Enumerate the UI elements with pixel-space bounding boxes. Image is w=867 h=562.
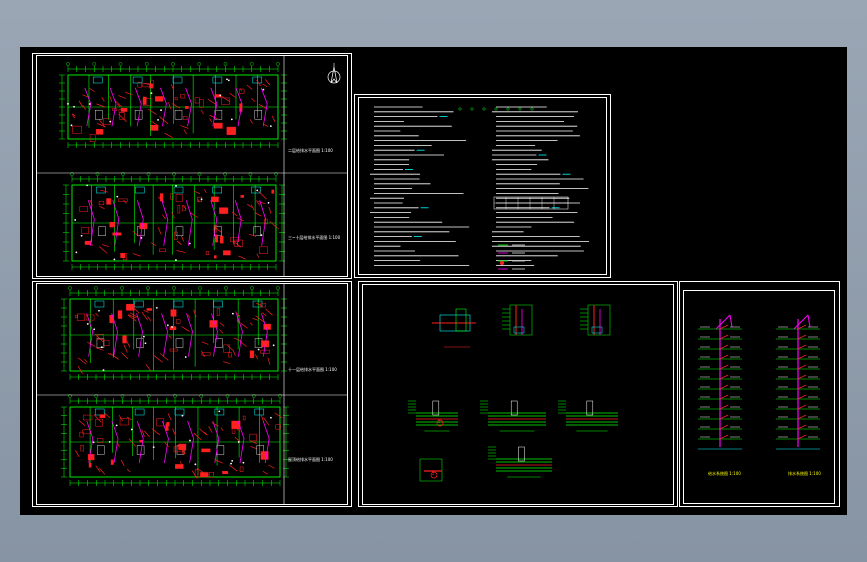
plan-title-roof: 屋顶给排水平面图 1:100 <box>288 457 333 462</box>
north-arrow-icon <box>327 61 341 89</box>
plan-title-11f: 十一层给排水平面图 1:100 <box>288 367 337 372</box>
drawing-layer <box>36 55 820 505</box>
detail-label-2: 2 <box>432 471 435 476</box>
cad-model-space[interactable]: 二层给排水平面图 1:100 三~十层给排水平面图 1:100 十一层给排水平面… <box>20 47 847 515</box>
plan-title-3-10f: 三~十层给排水平面图 1:100 <box>288 235 341 240</box>
detail-label-1: 1 <box>438 419 441 424</box>
system-title-water: 给水系统图 1:100 <box>708 471 741 476</box>
plan-title-2f: 二层给排水平面图 1:100 <box>288 148 333 153</box>
system-title-drain: 排水系统图 1:100 <box>788 471 821 476</box>
